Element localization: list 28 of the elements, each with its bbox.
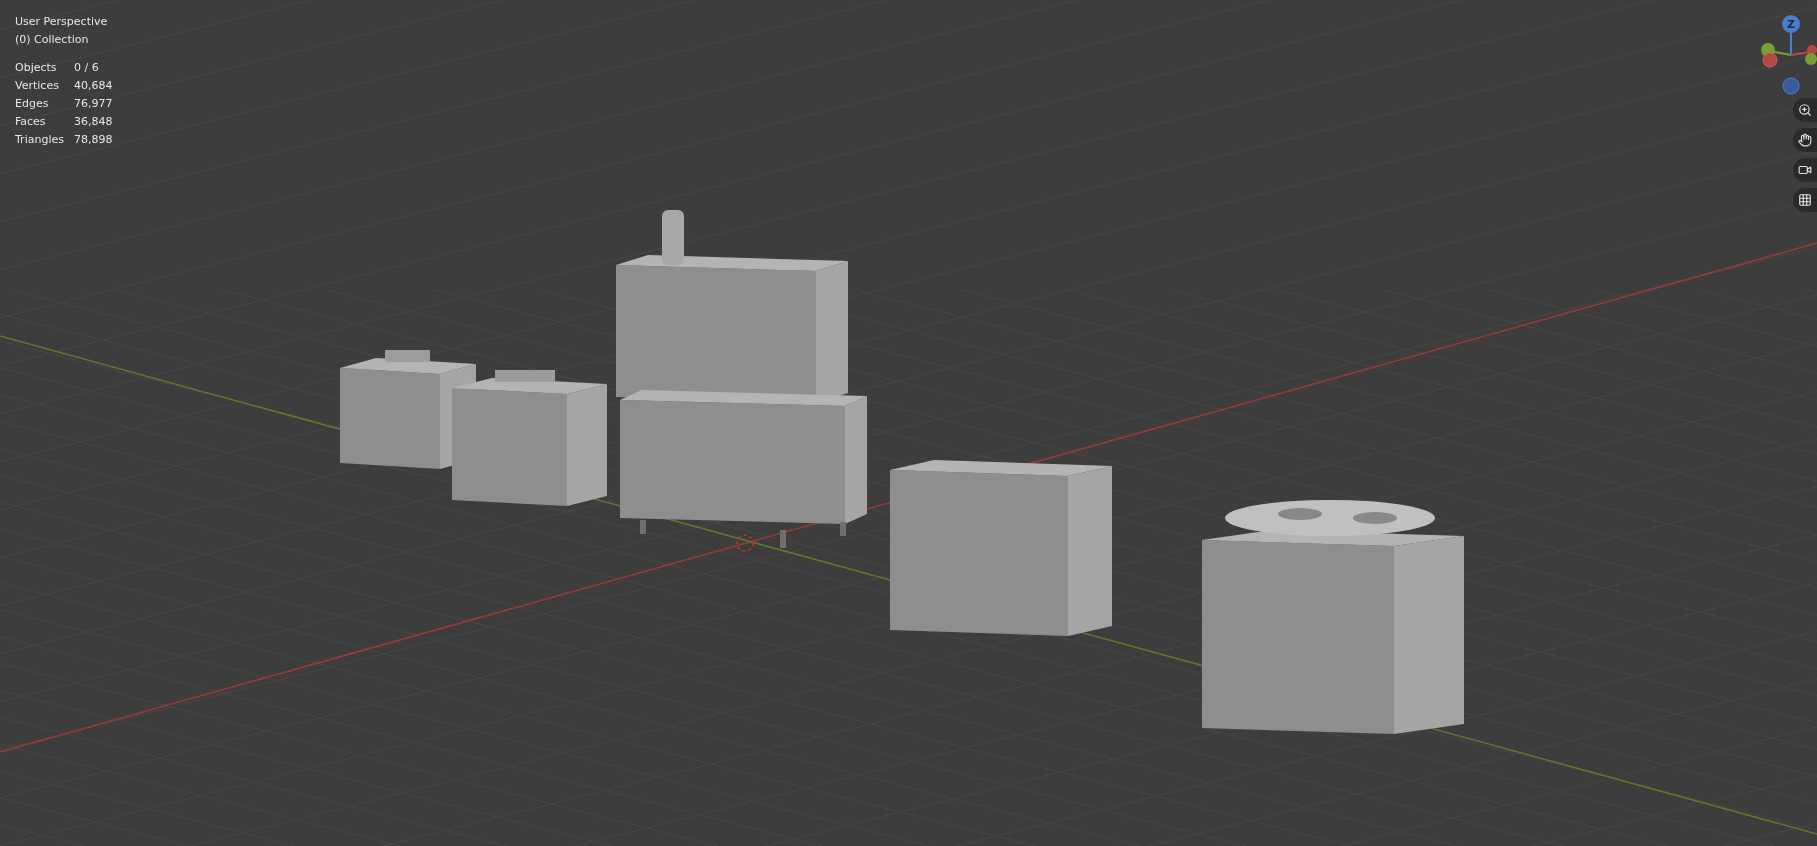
axis-handle[interactable] [1782,15,1800,33]
stat-label: Faces [15,114,47,130]
axis-label: Z [1787,18,1795,31]
grid-button[interactable] [1793,188,1817,212]
zoom-icon [1798,103,1812,117]
axis-handle[interactable] [1782,77,1800,95]
3d-cursor-icon [736,534,754,552]
grid-icon [1798,193,1812,207]
camera-icon [1798,163,1812,177]
axis-handle[interactable] [1762,52,1778,68]
collection-name: (0) Collection [15,32,89,48]
stat-value: 78,898 [73,132,113,148]
stat-label: Triangles [15,132,64,148]
camera-button[interactable] [1793,158,1817,182]
stat-label: Vertices [15,78,60,94]
stat-label: Edges [15,96,50,112]
stat-label: Objects [15,60,58,76]
pan-button[interactable] [1793,128,1817,152]
stat-value: 40,684 [73,78,113,94]
axis-handle[interactable] [1807,45,1817,55]
hand-icon [1798,133,1812,147]
stat-value: 36,848 [73,114,113,130]
view-name: User Perspective [15,14,108,30]
stat-value: 76,977 [73,96,113,112]
axis-handle[interactable] [1805,53,1817,65]
navigation-gizmo[interactable]: Z [1755,10,1817,96]
zoom-button[interactable] [1793,98,1817,122]
stat-value: 0 / 6 [73,60,100,76]
